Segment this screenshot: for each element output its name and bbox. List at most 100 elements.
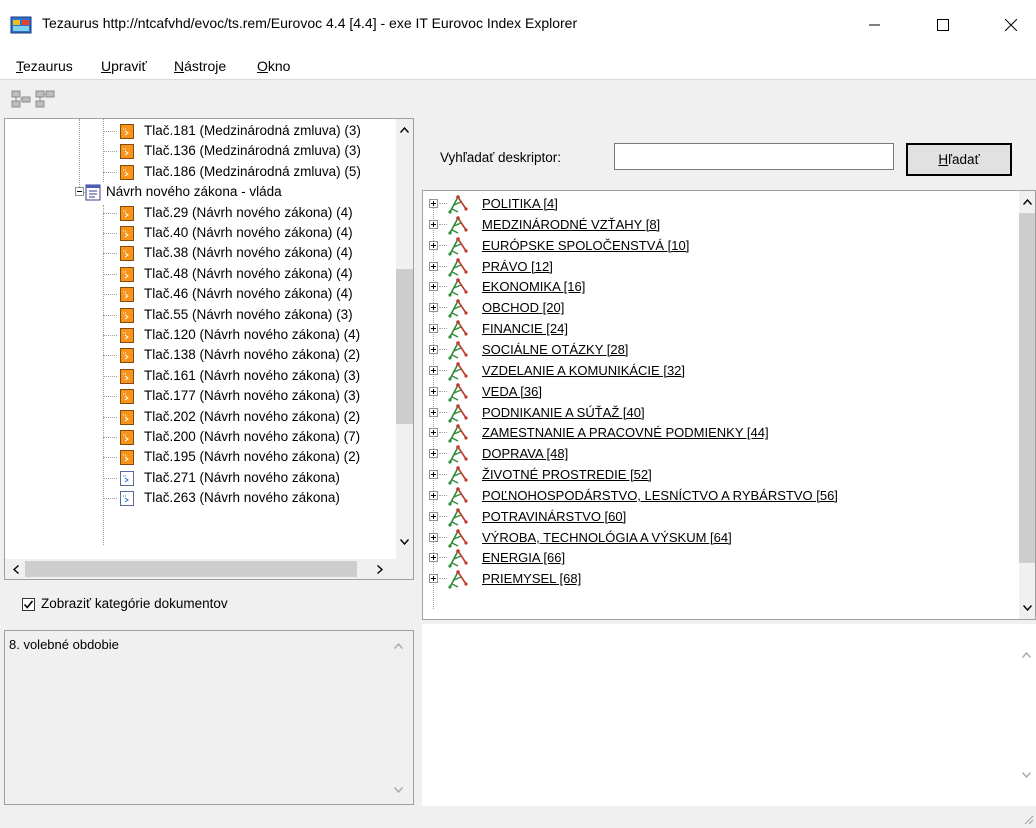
descriptor-link[interactable]: VÝROBA, TECHNOLÓGIA A VÝSKUM [64] [482, 530, 732, 545]
descriptor-scroll-thumb[interactable] [1019, 213, 1035, 563]
tree-scroll-thumb[interactable] [396, 269, 413, 424]
expand-toggle-icon[interactable] [429, 282, 438, 292]
tree-node-label: Tlač.138 (Návrh nového zákona) (2) [144, 347, 361, 363]
tree-guide-line [103, 131, 117, 132]
expand-toggle-icon[interactable] [429, 303, 438, 313]
info-scroll-down-icon[interactable] [390, 781, 407, 798]
descriptor-link[interactable]: POĽNOHOSPODÁRSTVO, LESNÍCTVO A RYBÁRSTVO… [482, 488, 838, 503]
close-button[interactable] [988, 0, 1034, 50]
document-orange-icon [120, 266, 134, 282]
scroll-right-arrow-icon[interactable] [371, 561, 388, 578]
document-orange-icon [120, 164, 134, 180]
descriptor-link[interactable]: ENERGIA [66] [482, 550, 565, 565]
tree-hscroll-thumb[interactable] [25, 561, 357, 577]
descriptor-detail-panel[interactable] [422, 624, 1036, 806]
descriptor-vertical-scrollbar[interactable] [1019, 191, 1035, 619]
checkmark-icon [23, 600, 34, 609]
search-button[interactable]: Hľadať [906, 143, 1012, 176]
thesaurus-hierarchy-icon [448, 216, 468, 235]
thesaurus-hierarchy-icon [448, 570, 468, 589]
document-orange-icon [120, 409, 134, 425]
scroll-up-arrow-icon[interactable] [396, 121, 413, 138]
descriptor-link[interactable]: VEDA [36] [482, 384, 542, 399]
toolbar-tree2-icon[interactable] [34, 88, 56, 110]
menu-nastroje[interactable]: Nástroje [174, 58, 226, 74]
tree-node-label: Tlač.200 (Návrh nového zákona) (7) [144, 429, 361, 444]
info-scroll-up-icon[interactable] [390, 637, 407, 654]
descriptor-tree[interactable]: POLITIKA [4] MEDZINÁRODNÉ VZŤAHY [8] EURÓP… [422, 190, 1036, 620]
tree-guide-line [103, 477, 117, 479]
descriptor-guide-line [439, 390, 447, 392]
minimize-button[interactable] [852, 0, 898, 50]
descriptor-link[interactable]: SOCIÁLNE OTÁZKY [28] [482, 342, 628, 357]
tree-node-label: Tlač.181 (Medzinárodná zmluva) (3) [144, 123, 361, 138]
document-orange-icon [120, 348, 134, 364]
collapse-toggle-icon[interactable] [75, 187, 84, 197]
detail-scroll-up-icon[interactable] [1018, 646, 1035, 663]
tree-horizontal-scrollbar[interactable] [5, 559, 396, 579]
descriptor-link[interactable]: POTRAVINÁRSTVO [60] [482, 509, 626, 524]
tree-node-label: Návrh nového zákona - vláda [106, 184, 282, 200]
descriptor-link[interactable]: EKONOMIKA [16] [482, 279, 585, 294]
expand-toggle-icon[interactable] [429, 324, 438, 334]
maximize-button[interactable] [920, 0, 966, 50]
descriptor-link[interactable]: POLITIKA [4] [482, 196, 558, 211]
descriptor-link[interactable]: PRIEMYSEL [68] [482, 571, 581, 586]
minimize-icon [869, 24, 880, 26]
menu-tezaurus[interactable]: Tezaurus [16, 58, 73, 74]
expand-toggle-icon[interactable] [429, 261, 438, 271]
document-orange-icon [120, 144, 134, 160]
descriptor-link[interactable]: FINANCIE [24] [482, 321, 568, 336]
descriptor-link[interactable]: PODNIKANIE A SÚŤAŽ [40] [482, 405, 645, 420]
expand-toggle-icon[interactable] [429, 574, 438, 584]
descriptor-link[interactable]: ŽIVOTNÉ PROSTREDIE [52] [482, 467, 652, 482]
info-textbox[interactable]: 8. volebné obdobie [4, 630, 414, 805]
descriptor-guide-line [439, 411, 447, 413]
expand-toggle-icon[interactable] [429, 553, 438, 563]
show-categories-checkbox[interactable] [22, 598, 35, 611]
descriptor-guide-line [439, 474, 447, 476]
window-title: Tezaurus http://ntcafvhd/evoc/ts.rem/Eur… [42, 15, 578, 31]
descriptor-link[interactable]: MEDZINÁRODNÉ VZŤAHY [8] [482, 217, 660, 232]
status-bar [0, 808, 1036, 828]
expand-toggle-icon[interactable] [429, 219, 438, 229]
expand-toggle-icon[interactable] [429, 365, 438, 375]
descriptor-link[interactable]: DOPRAVA [48] [482, 446, 568, 461]
expand-toggle-icon[interactable] [429, 386, 438, 396]
descriptor-link[interactable]: VZDELANIE A KOMUNIKÁCIE [32] [482, 363, 685, 378]
detail-scroll-down-icon[interactable] [1018, 766, 1035, 783]
descriptor-link[interactable]: PRÁVO [12] [482, 259, 553, 274]
expand-toggle-icon[interactable] [429, 428, 438, 438]
descriptor-guide-line [439, 578, 447, 580]
tree-node-label: Tlač.55 (Návrh nového zákona) (3) [144, 306, 353, 322]
expand-toggle-icon[interactable] [429, 470, 438, 480]
expand-toggle-icon[interactable] [429, 532, 438, 542]
expand-toggle-icon[interactable] [429, 449, 438, 459]
desc-scroll-up-arrow-icon[interactable] [1019, 193, 1035, 210]
expand-toggle-icon[interactable] [429, 344, 438, 354]
desc-scroll-down-arrow-icon[interactable] [1019, 599, 1035, 616]
expand-toggle-icon[interactable] [429, 490, 438, 500]
descriptor-guide-line [439, 223, 447, 225]
tree-vertical-scrollbar[interactable] [396, 119, 413, 559]
document-tree[interactable]: Tlač.181 (Medzinárodná zmluva) (3) Tlač.1… [4, 118, 414, 580]
resize-grip-icon[interactable] [1022, 813, 1034, 825]
search-descriptor-input[interactable] [614, 143, 894, 170]
expand-toggle-icon[interactable] [429, 407, 438, 417]
expand-toggle-icon[interactable] [429, 240, 438, 250]
menu-upravit[interactable]: Upraviť [101, 58, 147, 74]
tree-guide-line [103, 171, 117, 173]
expand-toggle-icon[interactable] [429, 199, 438, 208]
descriptor-guide-line [439, 557, 447, 559]
toolbar-tree-icon[interactable] [10, 88, 32, 110]
menu-okno[interactable]: Okno [257, 58, 290, 74]
tree-node-label: Tlač.48 (Návrh nového zákona) (4) [144, 265, 353, 281]
scroll-down-arrow-icon[interactable] [396, 533, 413, 550]
expand-toggle-icon[interactable] [429, 511, 438, 521]
scroll-left-arrow-icon[interactable] [7, 561, 24, 578]
descriptor-link[interactable]: OBCHOD [20] [482, 300, 564, 315]
tree-guide-line [103, 457, 117, 459]
descriptor-link[interactable]: EURÓPSKE SPOLOČENSTVÁ [10] [482, 238, 689, 253]
tree-guide-line [103, 273, 117, 275]
descriptor-link[interactable]: ZAMESTNANIE A PRACOVNÉ PODMIENKY [44] [482, 425, 769, 440]
